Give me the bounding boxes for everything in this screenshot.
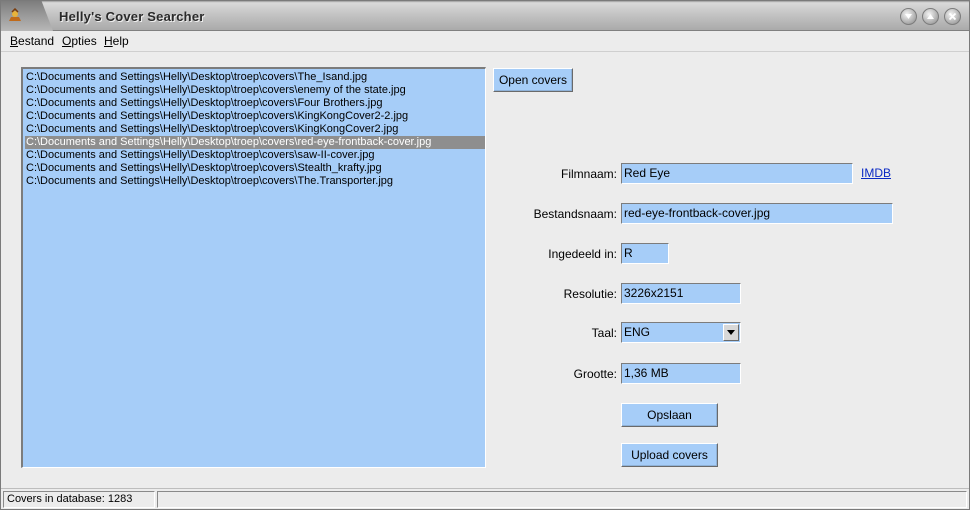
bestandsnaam-label: Bestandsnaam: <box>533 207 617 221</box>
app-window: Helly's Cover Searcher Bestand Opties He… <box>0 0 970 510</box>
menu-divider <box>1 51 969 52</box>
close-icon[interactable] <box>944 8 961 25</box>
open-covers-button[interactable]: Open covers <box>493 68 573 92</box>
menu-bar: Bestand Opties Help <box>1 31 969 51</box>
title-bar[interactable]: Helly's Cover Searcher <box>1 1 969 31</box>
taal-select-value: ENG <box>624 325 651 339</box>
save-button[interactable]: Opslaan <box>621 403 718 427</box>
status-covers-count: Covers in database: 1283 <box>3 491 155 508</box>
file-listbox[interactable]: C:\Documents and Settings\Helly\Desktop\… <box>21 67 486 468</box>
ingedeeld-label: Ingedeeld in: <box>548 247 617 261</box>
chevron-down-icon[interactable] <box>723 324 739 341</box>
taal-label: Taal: <box>591 326 617 340</box>
list-item[interactable]: C:\Documents and Settings\Helly\Desktop\… <box>25 162 485 175</box>
grootte-input[interactable]: 1,36 MB <box>621 363 741 384</box>
list-item[interactable]: C:\Documents and Settings\Helly\Desktop\… <box>25 84 485 97</box>
app-icon[interactable] <box>7 8 23 24</box>
imdb-link[interactable]: IMDB <box>861 166 891 180</box>
list-item[interactable]: C:\Documents and Settings\Helly\Desktop\… <box>25 123 485 136</box>
menu-help[interactable]: Help <box>104 34 129 48</box>
menu-bestand[interactable]: Bestand <box>10 34 54 48</box>
taal-select[interactable]: ENG <box>621 322 741 343</box>
menu-opties[interactable]: Opties <box>62 34 97 48</box>
status-bar: Covers in database: 1283 <box>1 488 969 509</box>
list-item[interactable]: C:\Documents and Settings\Helly\Desktop\… <box>25 71 485 84</box>
list-item[interactable]: C:\Documents and Settings\Helly\Desktop\… <box>25 97 485 110</box>
list-item[interactable]: C:\Documents and Settings\Helly\Desktop\… <box>25 149 485 162</box>
resolutie-label: Resolutie: <box>563 287 617 301</box>
maximize-icon[interactable] <box>922 8 939 25</box>
minimize-icon[interactable] <box>900 8 917 25</box>
status-pane-empty <box>157 491 967 508</box>
list-item[interactable]: C:\Documents and Settings\Helly\Desktop\… <box>25 175 485 188</box>
grootte-label: Grootte: <box>573 367 617 381</box>
filmnaam-input[interactable]: Red Eye <box>621 163 853 184</box>
window-title: Helly's Cover Searcher <box>59 9 205 24</box>
upload-covers-button[interactable]: Upload covers <box>621 443 718 467</box>
resolutie-input[interactable]: 3226x2151 <box>621 283 741 304</box>
filmnaam-label: Filmnaam: <box>560 167 617 181</box>
ingedeeld-input[interactable]: R <box>621 243 669 264</box>
bestandsnaam-input[interactable]: red-eye-frontback-cover.jpg <box>621 203 893 224</box>
list-item[interactable]: C:\Documents and Settings\Helly\Desktop\… <box>25 136 485 149</box>
list-item[interactable]: C:\Documents and Settings\Helly\Desktop\… <box>25 110 485 123</box>
